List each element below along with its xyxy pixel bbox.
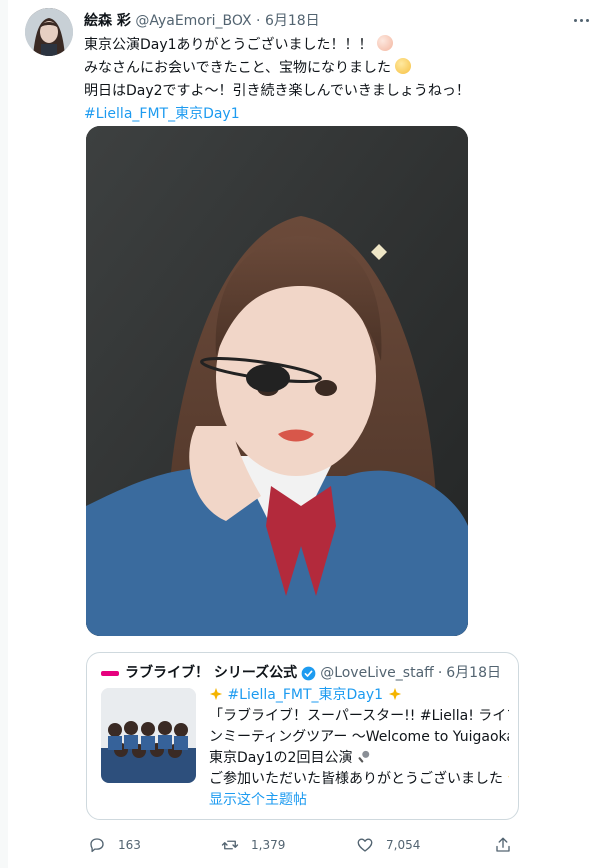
quoted-line-5-text: ご参加いただいた皆様ありがとうございました	[209, 771, 503, 787]
retweet-action[interactable]: 1,379	[221, 834, 285, 856]
tweet-date[interactable]: 6月18日	[265, 13, 320, 29]
reply-icon[interactable]	[88, 836, 106, 854]
tweet-page: 絵森 彩 @AyaEmori_BOX · 6月18日 東京公演Day1ありがとう…	[8, 0, 599, 868]
verified-badge-icon	[301, 666, 316, 680]
reply-count: 163	[118, 838, 141, 852]
tweet-header: 絵森 彩 @AyaEmori_BOX · 6月18日	[84, 12, 320, 30]
tweet-actions: 163 1,379 7,054	[88, 834, 528, 856]
quoted-author-name[interactable]: ラブライブ！ シリーズ公式	[125, 663, 297, 683]
tweet-line-2: みなさんにお会いできたこと、宝物になりました	[84, 57, 574, 80]
more-options-icon[interactable]	[570, 10, 592, 30]
tweet-line-3: 明日はDay2ですよ〜！引き続き楽しんでいきましょうねっ！	[84, 83, 470, 99]
quoted-author-handle[interactable]: @LoveLive_staff	[320, 663, 434, 683]
author-name[interactable]: 絵森 彩	[84, 13, 131, 29]
quoted-separator-dot: ·	[437, 665, 443, 681]
heart-hands-icon	[377, 35, 394, 51]
tweet-line-2-text: みなさんにお会いできたこと、宝物になりました	[84, 60, 392, 76]
quoted-tweet-text: #Liella_FMT_東京Day1 「ラブライブ！スーパースター!! #Lie…	[209, 685, 509, 811]
tweet-line-1: 東京公演Day1ありがとうございました！！！	[84, 34, 574, 57]
author-avatar[interactable]	[25, 8, 73, 56]
sparkle-icon-2	[388, 687, 401, 701]
share-icon[interactable]	[494, 836, 512, 854]
quoted-hashtag-link[interactable]: #Liella_FMT_東京Day1	[227, 687, 383, 703]
tweet-photo[interactable]	[86, 126, 468, 636]
retweet-icon[interactable]	[221, 836, 239, 854]
quoted-line-4: 東京Day1の2回目公演	[209, 748, 509, 769]
quoted-tweet-date[interactable]: 6月18日	[446, 663, 501, 683]
reply-action[interactable]: 163	[88, 834, 141, 856]
quoted-line-2: 「ラブライブ！スーパースター!! #Liella! ライブ＆ファ	[209, 708, 509, 724]
separator-dot: ·	[256, 13, 261, 29]
lovelive-logo-icon	[101, 670, 119, 676]
quoted-line-3: ンミーティングツアー 〜Welcome to Yuigaoka!!〜」	[209, 729, 509, 745]
tweet-text: 東京公演Day1ありがとうございました！！！ みなさんにお会いできたこと、宝物に…	[84, 34, 574, 126]
hashtag-link[interactable]: #Liella_FMT_東京Day1	[84, 103, 574, 126]
microphone-icon	[358, 750, 370, 763]
show-thread-link[interactable]: 显示这个主题帖	[209, 790, 509, 811]
retweet-count: 1,379	[251, 838, 286, 852]
like-action[interactable]: 7,054	[356, 834, 420, 856]
like-count: 7,054	[386, 838, 421, 852]
quoted-line-5: ご参加いただいた皆様ありがとうございました …	[209, 769, 509, 790]
quoted-line-1: #Liella_FMT_東京Day1	[209, 685, 509, 706]
tweet-line-1-text: 東京公演Day1ありがとうございました！！！	[84, 37, 373, 53]
quoted-tweet[interactable]: ラブライブ！ シリーズ公式 @LoveLive_staff · 6月18日 #L…	[86, 652, 519, 820]
like-heart-icon[interactable]	[356, 836, 374, 854]
sparkle-icon	[209, 687, 223, 701]
star-icon	[508, 776, 509, 778]
quoted-tweet-thumbnail[interactable]	[101, 688, 196, 783]
author-handle[interactable]: @AyaEmori_BOX	[135, 13, 251, 29]
quoted-line-4-text: 東京Day1の2回目公演	[209, 750, 353, 766]
relieved-face-icon	[395, 58, 412, 74]
quoted-tweet-header: ラブライブ！ シリーズ公式 @LoveLive_staff · 6月18日	[101, 663, 501, 683]
